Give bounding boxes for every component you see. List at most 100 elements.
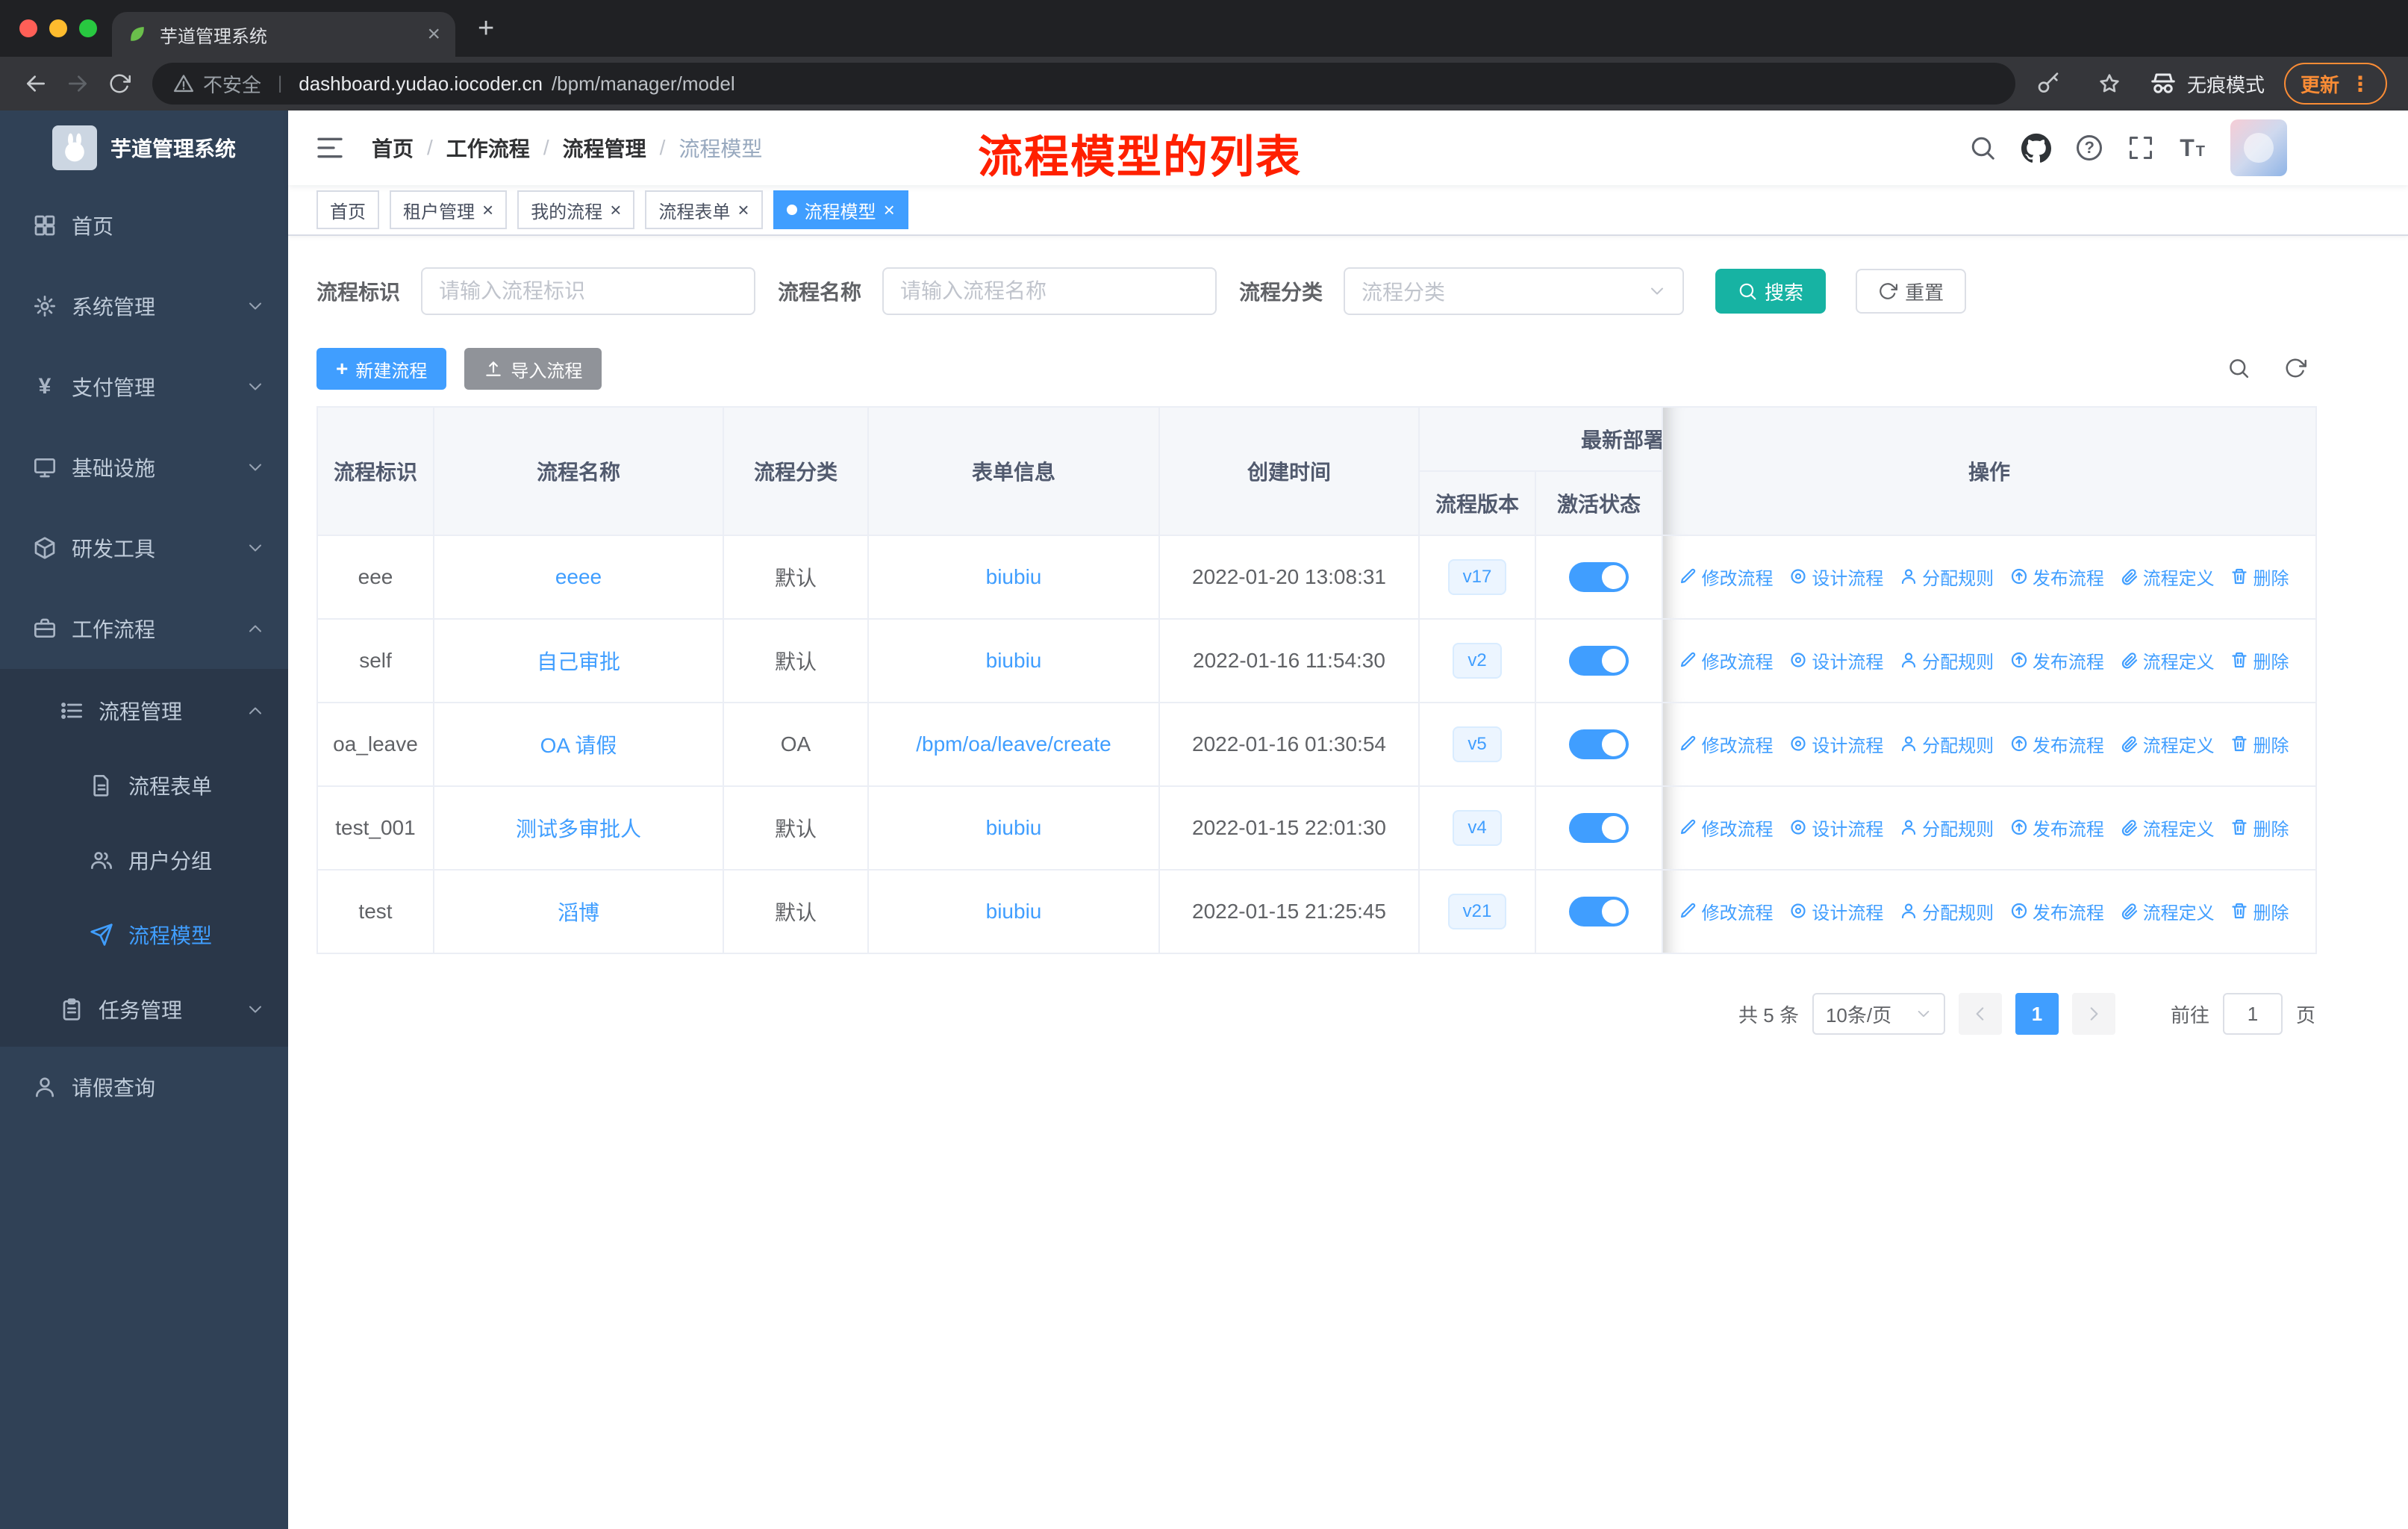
design-link[interactable]: 设计流程 — [1789, 731, 1883, 757]
delete-link[interactable]: 删除 — [2230, 731, 2289, 757]
definition-link[interactable]: 流程定义 — [2121, 898, 2215, 924]
hamburger-icon[interactable] — [315, 133, 345, 163]
version-badge[interactable]: v2 — [1453, 643, 1502, 679]
app-logo[interactable]: 芋道管理系统 — [0, 110, 288, 185]
process-name-link[interactable]: OA 请假 — [540, 734, 617, 757]
password-key-icon[interactable] — [2027, 63, 2069, 105]
tag-my-process[interactable]: 我的流程 × — [517, 190, 635, 229]
prev-page-button[interactable] — [1958, 993, 2002, 1035]
design-link[interactable]: 设计流程 — [1789, 898, 1883, 924]
version-badge[interactable]: v4 — [1453, 810, 1502, 846]
sidebar-item-system[interactable]: 系统管理 — [0, 266, 288, 346]
edit-link[interactable]: 修改流程 — [1679, 731, 1774, 757]
definition-link[interactable]: 流程定义 — [2121, 731, 2215, 757]
process-name-link[interactable]: 滔博 — [558, 901, 599, 924]
new-tab-button[interactable]: + — [478, 12, 494, 45]
version-badge[interactable]: v5 — [1453, 726, 1502, 762]
browser-tab[interactable]: 芋道管理系统 × — [112, 12, 455, 57]
assign-rule-link[interactable]: 分配规则 — [1900, 647, 1994, 673]
delete-link[interactable]: 删除 — [2230, 898, 2289, 924]
assign-rule-link[interactable]: 分配规则 — [1900, 898, 1994, 924]
tag-process-model[interactable]: 流程模型 × — [773, 190, 908, 229]
import-process-button[interactable]: 导入流程 — [464, 348, 602, 390]
fullscreen-icon[interactable] — [2127, 134, 2154, 161]
design-link[interactable]: 设计流程 — [1789, 815, 1883, 841]
form-link[interactable]: biubiu — [986, 649, 1042, 672]
active-toggle[interactable] — [1569, 813, 1629, 843]
breadcrumb-item[interactable]: 流程管理 — [563, 133, 646, 163]
sidebar-item-payment[interactable]: ¥ 支付管理 — [0, 346, 288, 427]
window-minimize-button[interactable] — [49, 19, 67, 37]
back-button[interactable] — [15, 63, 57, 105]
assign-rule-link[interactable]: 分配规则 — [1900, 815, 1994, 841]
version-badge[interactable]: v21 — [1447, 894, 1507, 929]
process-key-input[interactable] — [421, 267, 756, 315]
design-link[interactable]: 设计流程 — [1789, 647, 1883, 673]
active-toggle[interactable] — [1569, 897, 1629, 927]
breadcrumb-item[interactable]: 首页 — [372, 133, 414, 163]
form-link[interactable]: biubiu — [986, 565, 1042, 588]
forward-button[interactable] — [57, 63, 99, 105]
search-icon[interactable] — [1969, 134, 1996, 161]
sidebar-item-user-group[interactable]: 用户分组 — [0, 823, 288, 897]
active-toggle[interactable] — [1569, 729, 1629, 759]
font-size-icon[interactable]: TT — [2180, 136, 2205, 160]
create-process-button[interactable]: + 新建流程 — [316, 348, 447, 390]
sidebar-item-process-form[interactable]: 流程表单 — [0, 748, 288, 823]
bookmark-star-icon[interactable] — [2089, 63, 2130, 105]
sidebar-item-infrastructure[interactable]: 基础设施 — [0, 427, 288, 508]
help-icon[interactable]: ? — [2077, 135, 2103, 161]
active-toggle[interactable] — [1569, 646, 1629, 676]
definition-link[interactable]: 流程定义 — [2121, 815, 2215, 841]
edit-link[interactable]: 修改流程 — [1679, 564, 1774, 590]
current-page-button[interactable]: 1 — [2015, 993, 2059, 1035]
assign-rule-link[interactable]: 分配规则 — [1900, 731, 1994, 757]
sidebar-item-home[interactable]: 首页 — [0, 185, 288, 266]
design-link[interactable]: 设计流程 — [1789, 564, 1883, 590]
tag-close-icon[interactable]: × — [884, 200, 895, 219]
tag-close-icon[interactable]: × — [737, 200, 749, 219]
sidebar-item-devtools[interactable]: 研发工具 — [0, 508, 288, 588]
publish-link[interactable]: 发布流程 — [2010, 564, 2104, 590]
tag-close-icon[interactable]: × — [610, 200, 621, 219]
form-link[interactable]: biubiu — [986, 900, 1042, 923]
sidebar-item-workflow[interactable]: 工作流程 — [0, 588, 288, 669]
tag-tenant-management[interactable]: 租户管理 × — [390, 190, 508, 229]
table-refresh-icon[interactable] — [2284, 357, 2306, 379]
address-bar[interactable]: 不安全 | dashboard.yudao.iocoder.cn /bpm/ma… — [152, 63, 2015, 105]
toggle-search-icon[interactable] — [2227, 357, 2250, 379]
avatar[interactable] — [2230, 119, 2287, 176]
search-button[interactable]: 搜索 — [1715, 269, 1827, 314]
publish-link[interactable]: 发布流程 — [2010, 898, 2104, 924]
reset-button[interactable]: 重置 — [1856, 269, 1967, 314]
sidebar-item-leave-query[interactable]: 请假查询 — [0, 1047, 288, 1127]
github-icon[interactable] — [2021, 133, 2051, 163]
form-link[interactable]: /bpm/oa/leave/create — [916, 732, 1111, 756]
tag-close-icon[interactable]: × — [482, 200, 493, 219]
sidebar-item-process-model[interactable]: 流程模型 — [0, 897, 288, 972]
tag-home[interactable]: 首页 — [316, 190, 379, 229]
process-name-link[interactable]: 测试多审批人 — [516, 818, 641, 841]
assign-rule-link[interactable]: 分配规则 — [1900, 564, 1994, 590]
goto-page-input[interactable] — [2222, 993, 2283, 1035]
definition-link[interactable]: 流程定义 — [2121, 647, 2215, 673]
breadcrumb-item[interactable]: 工作流程 — [446, 133, 530, 163]
delete-link[interactable]: 删除 — [2230, 564, 2289, 590]
sidebar-item-task-management[interactable]: 任务管理 — [0, 972, 288, 1047]
edit-link[interactable]: 修改流程 — [1679, 898, 1774, 924]
browser-menu-icon[interactable]: ⋮ — [2350, 72, 2371, 96]
sidebar-item-process-management[interactable]: 流程管理 — [0, 673, 288, 748]
window-zoom-button[interactable] — [79, 19, 97, 37]
version-badge[interactable]: v17 — [1447, 559, 1507, 595]
publish-link[interactable]: 发布流程 — [2010, 815, 2104, 841]
reload-button[interactable] — [99, 63, 140, 105]
publish-link[interactable]: 发布流程 — [2010, 731, 2104, 757]
next-page-button[interactable] — [2071, 993, 2115, 1035]
tag-process-form[interactable]: 流程表单 × — [645, 190, 763, 229]
definition-link[interactable]: 流程定义 — [2121, 564, 2215, 590]
process-name-link[interactable]: 自己审批 — [537, 650, 620, 673]
edit-link[interactable]: 修改流程 — [1679, 647, 1774, 673]
category-select[interactable]: 流程分类 — [1344, 267, 1685, 315]
active-toggle[interactable] — [1569, 562, 1629, 592]
edit-link[interactable]: 修改流程 — [1679, 815, 1774, 841]
